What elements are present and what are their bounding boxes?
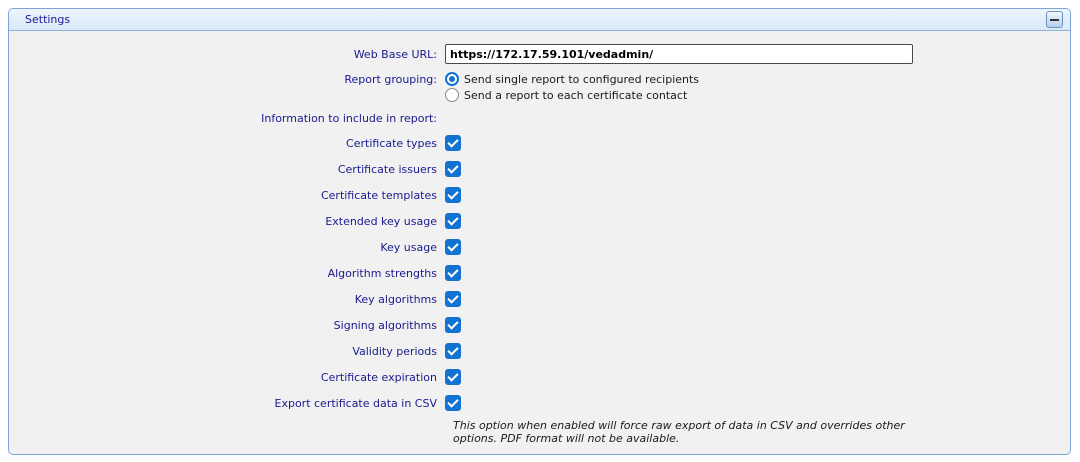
checkbox-row-extended-key-usage: Extended key usage	[9, 213, 1070, 229]
checkbox-label: Validity periods	[9, 345, 445, 358]
checkbox-label: Export certificate data in CSV	[9, 397, 445, 410]
checkbox-label: Certificate issuers	[9, 163, 445, 176]
web-base-url-row: Web Base URL:	[9, 44, 1070, 64]
include-section-label: Information to include in report:	[9, 112, 445, 125]
checkbox-export-csv[interactable]	[445, 395, 461, 411]
checkbox-row-algorithm-strengths: Algorithm strengths	[9, 265, 1070, 281]
checkbox-row-key-usage: Key usage	[9, 239, 1070, 255]
checkbox-row-certificate-types: Certificate types	[9, 135, 1070, 151]
checkbox-row-certificate-expiration: Certificate expiration	[9, 369, 1070, 385]
collapse-button[interactable]	[1046, 11, 1063, 28]
checkbox-certificate-templates[interactable]	[445, 187, 461, 203]
checkbox-label: Algorithm strengths	[9, 267, 445, 280]
checkbox-key-usage[interactable]	[445, 239, 461, 255]
checkbox-label: Extended key usage	[9, 215, 445, 228]
minus-icon	[1050, 19, 1059, 21]
checkbox-certificate-issuers[interactable]	[445, 161, 461, 177]
checkbox-certificate-expiration[interactable]	[445, 369, 461, 385]
radio-checked-icon[interactable]	[445, 72, 459, 86]
checkbox-label: Key algorithms	[9, 293, 445, 306]
web-base-url-label: Web Base URL:	[9, 48, 445, 61]
checkbox-row-certificate-issuers: Certificate issuers	[9, 161, 1070, 177]
report-grouping-label: Report grouping:	[9, 73, 445, 86]
checkbox-algorithm-strengths[interactable]	[445, 265, 461, 281]
radio-option-single-report[interactable]: Send single report to configured recipie…	[445, 71, 699, 87]
checkbox-label: Certificate expiration	[9, 371, 445, 384]
settings-form: Web Base URL: Report grouping: Send sing…	[9, 31, 1070, 445]
radio-option-per-contact[interactable]: Send a report to each certificate contac…	[445, 87, 687, 103]
radio-option-label: Send a report to each certificate contac…	[464, 89, 687, 102]
checkbox-label: Key usage	[9, 241, 445, 254]
checkbox-row-certificate-templates: Certificate templates	[9, 187, 1070, 203]
checkbox-certificate-types[interactable]	[445, 135, 461, 151]
radio-unchecked-icon[interactable]	[445, 88, 459, 102]
include-section-row: Information to include in report:	[9, 111, 1070, 125]
web-base-url-input[interactable]	[445, 44, 913, 64]
checkbox-row-validity-periods: Validity periods	[9, 343, 1070, 359]
report-grouping-group: Report grouping: Send single report to c…	[9, 71, 1070, 103]
report-grouping-row-2: Send a report to each certificate contac…	[9, 87, 1070, 103]
settings-panel-header: Settings	[9, 9, 1070, 31]
checkbox-validity-periods[interactable]	[445, 343, 461, 359]
panel-title: Settings	[25, 13, 70, 26]
checkbox-label: Certificate types	[9, 137, 445, 150]
checkbox-row-key-algorithms: Key algorithms	[9, 291, 1070, 307]
checkbox-label: Signing algorithms	[9, 319, 445, 332]
checkbox-signing-algorithms[interactable]	[445, 317, 461, 333]
checkbox-row-signing-algorithms: Signing algorithms	[9, 317, 1070, 333]
settings-panel: Settings Web Base URL: Report grouping: …	[8, 8, 1071, 455]
checkbox-key-algorithms[interactable]	[445, 291, 461, 307]
checkbox-extended-key-usage[interactable]	[445, 213, 461, 229]
report-grouping-row-1: Report grouping: Send single report to c…	[9, 71, 1070, 87]
checkbox-row-export-csv: Export certificate data in CSV	[9, 395, 1070, 411]
radio-option-label: Send single report to configured recipie…	[464, 73, 699, 86]
include-options-list: Certificate types Certificate issuers Ce…	[9, 135, 1070, 411]
csv-export-note: This option when enabled will force raw …	[453, 419, 931, 445]
checkbox-label: Certificate templates	[9, 189, 445, 202]
